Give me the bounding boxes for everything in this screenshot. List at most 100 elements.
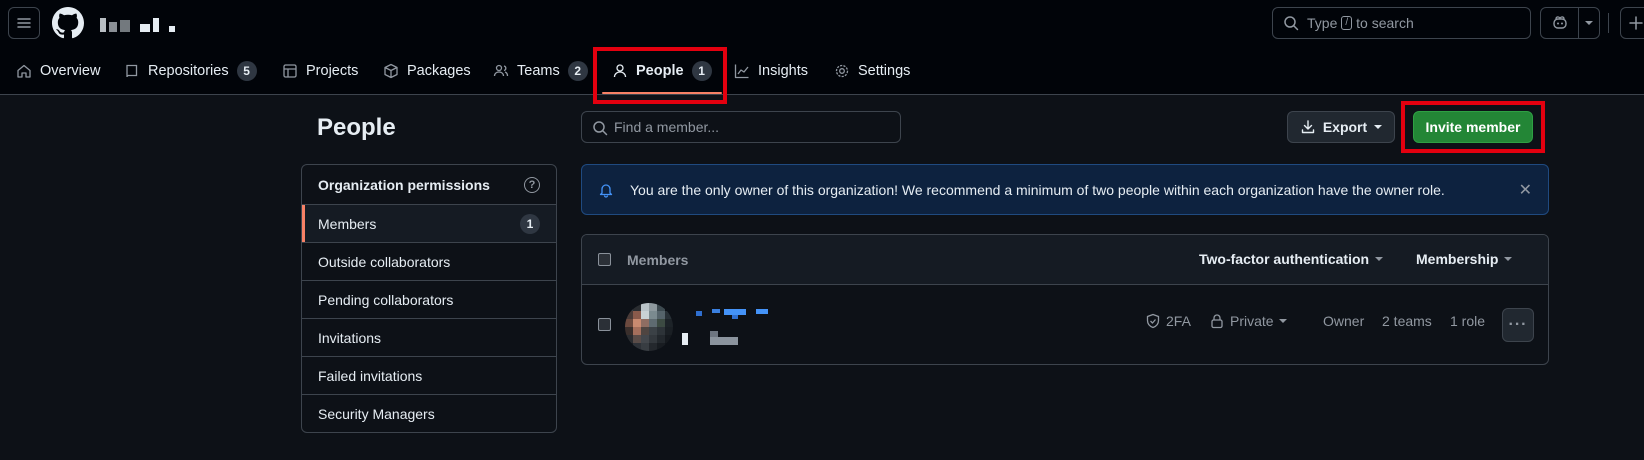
select-all-checkbox[interactable]	[598, 253, 611, 266]
sidebar-item-invitations[interactable]: Invitations	[302, 318, 556, 356]
two-factor-filter-label: Two-factor authentication	[1199, 251, 1370, 267]
graph-icon	[734, 64, 749, 78]
tab-label: Projects	[306, 62, 359, 79]
home-icon	[17, 64, 31, 78]
sidebar-item-label: Invitations	[318, 329, 382, 346]
chevron-down-icon	[1375, 257, 1384, 261]
tab-repositories[interactable]: Repositories 5	[124, 46, 257, 95]
shield-check-icon	[1146, 313, 1160, 329]
table-icon	[283, 63, 297, 78]
tab-insights[interactable]: Insights	[734, 46, 808, 95]
membership-filter[interactable]: Membership	[1416, 251, 1513, 267]
package-icon	[384, 63, 398, 78]
org-name-redacted[interactable]	[100, 14, 175, 32]
role-label: Owner	[1323, 313, 1365, 329]
banner-message: You are the only owner of this organizat…	[630, 181, 1445, 198]
find-member-input[interactable]: Find a member...	[581, 111, 901, 143]
hamburger-icon	[17, 18, 31, 28]
tab-label: Teams	[517, 62, 560, 79]
sidebar-item-members[interactable]: Members 1	[302, 204, 556, 242]
invite-member-label: Invite member	[1425, 119, 1521, 135]
more-icon: ···	[1508, 316, 1528, 333]
header-divider	[1608, 13, 1609, 33]
sidebar-item-counter: 1	[520, 213, 540, 234]
sidebar-item-outside-collaborators[interactable]: Outside collaborators	[302, 242, 556, 280]
search-shortcut-key: /	[1341, 16, 1353, 30]
question-icon[interactable]: ?	[524, 176, 540, 193]
sidebar-header: Organization permissions ?	[302, 165, 556, 204]
member-roles-link[interactable]: 1 role	[1450, 313, 1485, 329]
search-icon	[593, 121, 608, 136]
repo-icon	[126, 64, 138, 77]
tab-label: Settings	[858, 62, 911, 79]
create-new-button[interactable]	[1620, 7, 1644, 39]
sidebar-item-label: Pending collaborators	[318, 291, 454, 308]
members-table: Members Two-factor authentication Member…	[581, 234, 1549, 365]
tab-settings[interactable]: Settings	[834, 46, 910, 95]
highlight-people-tab	[593, 47, 727, 104]
tab-packages[interactable]: Packages	[383, 46, 471, 95]
menu-button[interactable]	[8, 7, 40, 39]
bell-icon	[599, 184, 613, 198]
tab-label: Packages	[407, 62, 471, 79]
member-teams-link[interactable]: 2 teams	[1382, 313, 1432, 329]
teams-label: 2 teams	[1382, 313, 1432, 329]
sidebar-item-label: Failed invitations	[318, 367, 423, 384]
visibility-dropdown[interactable]: Private	[1209, 313, 1287, 329]
top-header: Type / to search	[0, 0, 1644, 46]
member-role: Owner	[1323, 313, 1364, 329]
visibility-label: Private	[1230, 313, 1274, 329]
org-nav: Overview Repositories 5 Projects Package…	[0, 46, 1644, 95]
two-factor-filter[interactable]: Two-factor authentication	[1199, 251, 1384, 267]
search-placeholder: Type	[1307, 15, 1338, 31]
kebab-menu-button[interactable]: ···	[1502, 308, 1534, 342]
chevron-down-icon	[1504, 257, 1513, 261]
export-label: Export	[1322, 119, 1368, 135]
chevron-down-icon	[1278, 319, 1287, 323]
roles-label: 1 role	[1450, 313, 1486, 329]
close-icon[interactable]: ✕	[1519, 180, 1532, 200]
members-table-header: Members Two-factor authentication Member…	[582, 235, 1548, 285]
tab-label: Overview	[40, 62, 101, 79]
members-header-label: Members	[627, 251, 689, 268]
gear-icon	[835, 64, 849, 77]
two-factor-label: 2FA	[1166, 313, 1191, 329]
tab-teams[interactable]: Teams 2	[493, 46, 588, 95]
sidebar-header-label: Organization permissions	[318, 176, 490, 193]
search-icon	[1284, 16, 1299, 31]
copilot-dropdown-chevron-down-icon[interactable]	[1579, 8, 1599, 38]
export-button[interactable]: Export	[1287, 111, 1395, 143]
owner-warning-banner: You are the only owner of this organizat…	[581, 164, 1549, 215]
sidebar-item-security-managers[interactable]: Security Managers	[302, 394, 556, 432]
people-icon	[493, 64, 509, 76]
tab-projects[interactable]: Projects	[282, 46, 358, 95]
sidebar-item-failed-invitations[interactable]: Failed invitations	[302, 356, 556, 394]
sidebar-item-label: Members	[318, 215, 377, 232]
search-placeholder-suffix: to search	[1356, 15, 1414, 31]
github-logo-icon[interactable]	[52, 7, 84, 39]
page-title: People	[317, 114, 396, 141]
avatar[interactable]	[625, 303, 673, 351]
tab-counter: 2	[567, 60, 588, 81]
sidebar-item-label: Outside collaborators	[318, 253, 451, 270]
plus-icon	[1629, 16, 1643, 30]
sidebar-item-pending-collaborators[interactable]: Pending collaborators	[302, 280, 556, 318]
search-input[interactable]: Type / to search	[1272, 7, 1531, 39]
copilot-icon[interactable]	[1541, 8, 1579, 38]
row-checkbox[interactable]	[598, 318, 611, 331]
chevron-down-icon	[1374, 125, 1383, 129]
download-icon	[1301, 120, 1315, 134]
lock-icon	[1211, 314, 1223, 329]
member-name-redacted[interactable]	[690, 309, 780, 319]
sidebar-item-label: Security Managers	[318, 405, 435, 422]
two-factor-status: 2FA	[1145, 313, 1191, 329]
tab-label: Insights	[758, 62, 808, 79]
tab-label: Repositories	[148, 62, 229, 79]
member-login-redacted	[682, 331, 742, 345]
find-member-placeholder: Find a member...	[614, 119, 720, 135]
invite-member-button[interactable]: Invite member	[1413, 111, 1533, 143]
copilot-button[interactable]	[1540, 7, 1600, 39]
people-sidebar: Organization permissions ? Members 1 Out…	[301, 164, 557, 433]
tab-overview[interactable]: Overview	[16, 46, 100, 95]
table-row: 2FA Private Owner 2 teams 1 role ···	[582, 285, 1548, 364]
